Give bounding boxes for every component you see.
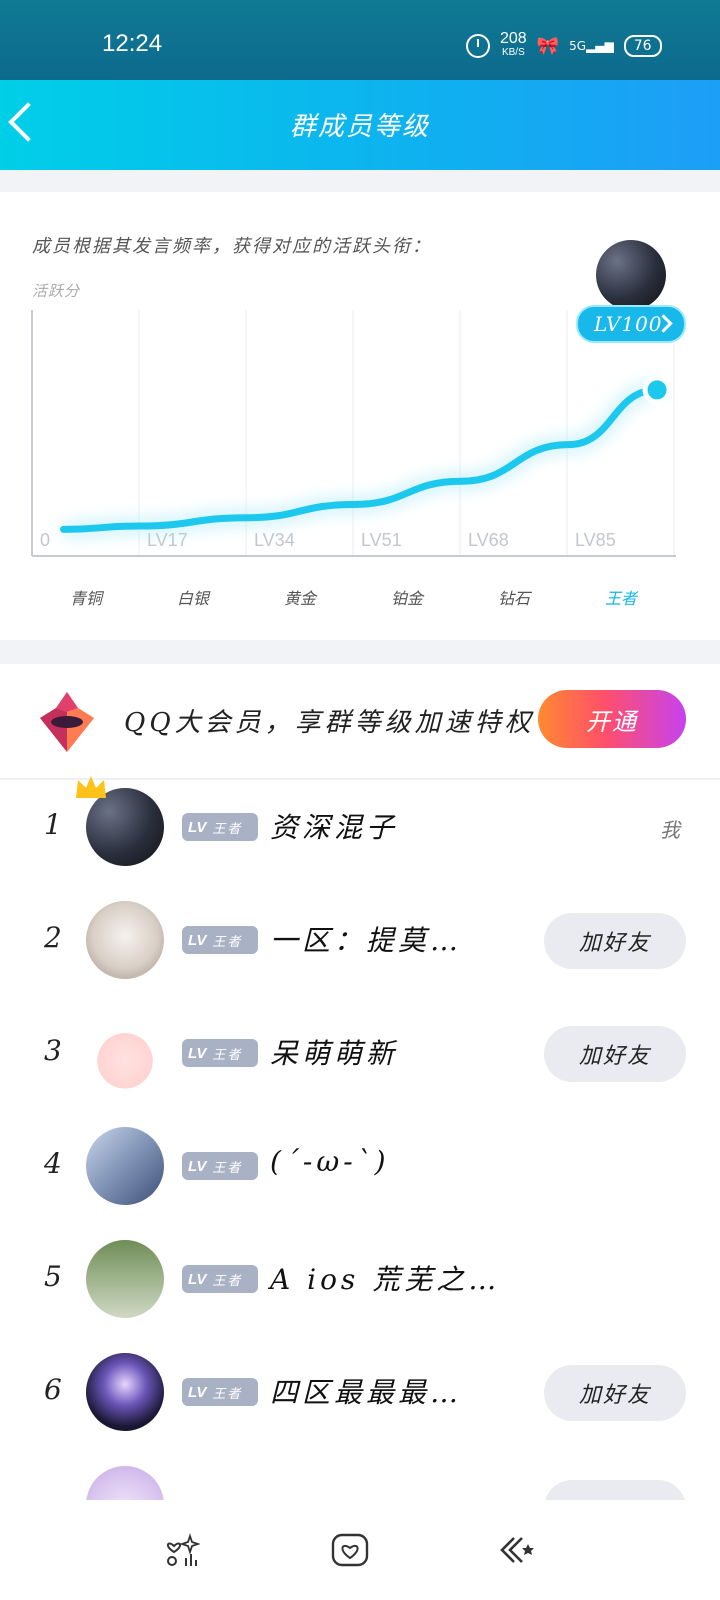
x-tick-label: 0 xyxy=(40,530,50,550)
battery-indicator: 76 xyxy=(623,35,662,57)
avatar[interactable] xyxy=(86,1014,164,1092)
category-label: 青铜 xyxy=(69,589,102,608)
member-name: 资深混子 xyxy=(270,811,399,844)
x-tick-label: LV34 xyxy=(254,530,295,550)
member-rank: 1 xyxy=(44,808,62,841)
member-name: 一区：提莫… xyxy=(270,924,463,957)
member-row-partial[interactable] xyxy=(0,1448,720,1500)
vip-diamond-icon xyxy=(40,692,94,752)
member-rank: 2 xyxy=(44,921,62,954)
heart-sparkle-icon[interactable] xyxy=(164,1532,200,1568)
member-rank: 6 xyxy=(44,1373,62,1406)
self-marker: 我 xyxy=(660,818,680,842)
member-name: A ios 荒芜之… xyxy=(270,1263,501,1296)
avatar[interactable] xyxy=(86,901,164,979)
x-tick-label: LV51 xyxy=(361,530,402,550)
photo-heart-icon[interactable] xyxy=(330,1532,370,1568)
clock: 12:24 xyxy=(102,30,163,57)
bow-icon: 🎀 xyxy=(536,35,560,57)
net-speed: 208 KB/S xyxy=(500,30,527,59)
member-rank: 3 xyxy=(44,1034,62,1067)
avatar[interactable] xyxy=(86,1353,164,1431)
level-badge: LV 王者 xyxy=(182,1265,258,1293)
crown-icon xyxy=(76,776,106,798)
page-title: 群成员等级 xyxy=(289,112,430,142)
double-chevron-star-icon[interactable] xyxy=(498,1532,536,1568)
chart-description: 成员根据其发言频率，获得对应的活跃头衔： xyxy=(32,236,432,257)
category-label: 钻石 xyxy=(497,589,530,608)
member-rank: 5 xyxy=(44,1260,62,1293)
add-friend-button[interactable]: 加好友 xyxy=(544,913,686,969)
add-friend-button[interactable]: 加好友 xyxy=(544,1365,686,1421)
level-badge: LV 王者 xyxy=(182,1378,258,1406)
level-badge: LV 王者 xyxy=(182,926,258,954)
avatar[interactable] xyxy=(86,1240,164,1318)
member-row[interactable]: 3 LV 王者 呆萌萌新 加好友 xyxy=(0,996,720,1110)
avatar[interactable] xyxy=(86,1466,164,1500)
member-row[interactable]: 5 LV 王者 A ios 荒芜之… xyxy=(0,1222,720,1336)
x-tick-label: LV85 xyxy=(575,530,616,550)
divider-band xyxy=(0,170,720,192)
top-member-avatar xyxy=(596,240,666,310)
category-label: 铂金 xyxy=(390,589,423,608)
member-name: (´-ω-`) xyxy=(270,1145,390,1178)
add-friend-button-partial[interactable] xyxy=(544,1480,686,1500)
member-row[interactable]: 6 LV 王者 四区最最最… 加好友 xyxy=(0,1335,720,1449)
signal-icon: 5G▂▄▆ xyxy=(569,39,614,53)
x-tick-label: LV68 xyxy=(468,530,509,550)
member-name: 呆萌萌新 xyxy=(270,1037,399,1070)
avatar[interactable] xyxy=(86,1127,164,1205)
member-rank: 4 xyxy=(44,1147,62,1180)
vip-open-button[interactable]: 开通 xyxy=(538,690,686,748)
level-badge: LV 王者 xyxy=(182,1039,258,1067)
alarm-icon xyxy=(466,34,490,58)
vip-promo-text: QQ大会员，享群等级加速特权 xyxy=(124,708,535,738)
category-label: 白银 xyxy=(176,589,209,608)
category-label: 黄金 xyxy=(283,589,316,608)
level-badge: LV 王者 xyxy=(182,1152,258,1180)
category-label: 王者 xyxy=(604,589,637,608)
status-bar: 12:24 208 KB/S 🎀 5G▂▄▆ 76 xyxy=(0,0,720,80)
member-row[interactable]: 2 LV 王者 一区：提莫… 加好友 xyxy=(0,883,720,997)
add-friend-button[interactable]: 加好友 xyxy=(544,1026,686,1082)
member-name: 四区最最最… xyxy=(270,1376,463,1409)
divider-band xyxy=(0,640,720,664)
endpoint-dot xyxy=(642,375,672,405)
lv100-badge[interactable]: LV100 xyxy=(576,305,686,343)
status-icons: 208 KB/S 🎀 5G▂▄▆ 76 xyxy=(466,30,662,60)
member-row[interactable]: 1 LV 王者 资深混子 我 xyxy=(0,770,720,884)
member-row[interactable]: 4 LV 王者 (´-ω-`) xyxy=(0,1109,720,1223)
level-badge: LV 王者 xyxy=(182,813,258,841)
